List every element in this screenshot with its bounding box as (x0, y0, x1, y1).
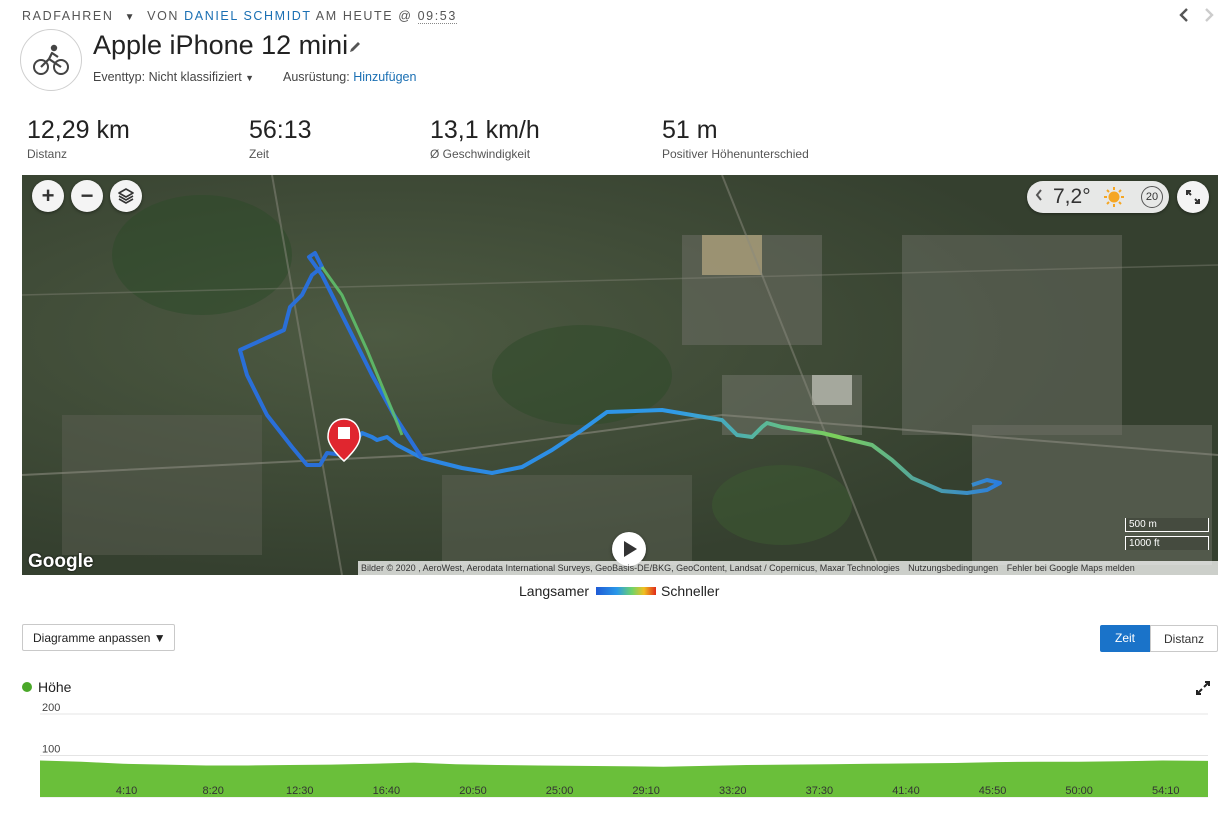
expand-chart-icon[interactable] (1196, 681, 1210, 695)
route-map[interactable]: + − 7,2° 20 500 m 1000 ft Google Bilder … (22, 175, 1218, 575)
zoom-in-button[interactable]: + (32, 180, 64, 212)
when-label: AM HEUTE @ (315, 9, 413, 23)
x-tick-label: 37:30 (806, 785, 834, 797)
activity-time: 09:53 (417, 9, 457, 24)
terms-link[interactable]: Nutzungsbedingungen (908, 563, 998, 573)
stat-speed-label: Ø Geschwindigkeit (430, 147, 531, 161)
stat-distance-label: Distanz (27, 147, 68, 161)
x-tick-label: 50:00 (1065, 785, 1093, 797)
report-error-link[interactable]: Fehler bei Google Maps melden (1007, 563, 1135, 573)
x-tick-label: 4:10 (116, 785, 137, 797)
toggle-distance-button[interactable]: Distanz (1150, 625, 1218, 652)
chevron-down-icon[interactable]: ▼ (245, 73, 254, 83)
activity-type-dropdown-icon[interactable]: ▼ (125, 12, 137, 23)
y-tick-label: 200 (42, 702, 60, 714)
map-scale: 500 m 1000 ft (1125, 518, 1209, 550)
x-tick-label: 16:40 (373, 785, 401, 797)
x-tick-label: 8:20 (202, 785, 223, 797)
sun-icon (1103, 186, 1125, 213)
scale-metric: 500 m (1125, 518, 1209, 532)
x-tick-label: 29:10 (632, 785, 660, 797)
previous-activity-icon[interactable] (1178, 8, 1190, 27)
stat-time-label: Zeit (249, 147, 270, 161)
weather-collapse-icon[interactable] (1035, 188, 1043, 207)
event-type[interactable]: Eventtyp: Nicht klassifiziert ▼ (93, 70, 254, 84)
attribution-text: Bilder © 2020 , AeroWest, Aerodata Inter… (361, 563, 900, 573)
next-activity-icon[interactable] (1203, 8, 1215, 27)
add-gear-link[interactable]: Hinzufügen (353, 70, 416, 84)
x-tick-label: 41:40 (892, 785, 920, 797)
event-type-value[interactable]: Nicht klassifiziert (149, 70, 242, 84)
edit-title-icon[interactable] (348, 40, 362, 54)
legend-faster: Schneller (661, 583, 720, 599)
zoom-out-button[interactable]: − (71, 180, 103, 212)
legend-slower: Langsamer (519, 583, 590, 599)
stat-elevation-label: Positiver Höhenunterschied (662, 147, 809, 161)
elevation-legend-dot (22, 682, 32, 692)
x-tick-label: 45:50 (979, 785, 1007, 797)
customize-charts-button[interactable]: Diagramme anpassen ▼ (22, 624, 175, 651)
breadcrumb: RADFAHREN ▼ VON DANIEL SCHMIDT AM HEUTE … (22, 9, 457, 24)
toggle-time-button[interactable]: Zeit (1100, 625, 1150, 652)
speed-gradient (596, 587, 656, 595)
author-link[interactable]: DANIEL SCHMIDT (184, 9, 311, 23)
weather-widget[interactable]: 7,2° 20 (1027, 181, 1169, 213)
map-layers-icon[interactable] (110, 180, 142, 212)
y-tick-label: 100 (42, 744, 60, 756)
x-tick-label: 12:30 (286, 785, 314, 797)
gear: Ausrüstung: Hinzufügen (283, 70, 416, 84)
temperature: 7,2° (1053, 185, 1091, 208)
x-tick-label: 54:10 (1152, 785, 1180, 797)
satellite-imagery (22, 175, 1218, 575)
x-tick-label: 25:00 (546, 785, 574, 797)
cycling-icon (20, 29, 82, 91)
page-title: Apple iPhone 12 mini (93, 30, 349, 60)
google-logo[interactable]: Google (28, 551, 93, 573)
fullscreen-icon[interactable] (1177, 181, 1209, 213)
activity-type[interactable]: RADFAHREN (22, 9, 114, 23)
gear-label: Ausrüstung: (283, 70, 350, 84)
scale-imperial: 1000 ft (1125, 536, 1209, 550)
event-type-label: Eventtyp: (93, 70, 146, 84)
stat-speed-value: 13,1 km/h (430, 116, 540, 144)
stat-elevation-value: 51 m (662, 116, 718, 144)
x-tick-label: 33:20 (719, 785, 747, 797)
chart-title: Höhe (38, 679, 72, 695)
elevation-chart[interactable]: 2001000 4:108:2012:3016:4020:5025:0029:1… (0, 700, 1231, 810)
map-attribution: Bilder © 2020 , AeroWest, Aerodata Inter… (358, 561, 1218, 575)
stat-time-value: 56:13 (249, 116, 312, 144)
x-tick-label: 20:50 (459, 785, 487, 797)
wind-speed: 20 (1141, 186, 1163, 208)
by-label: VON (147, 9, 180, 23)
stat-distance-value: 12,29 km (27, 116, 130, 144)
